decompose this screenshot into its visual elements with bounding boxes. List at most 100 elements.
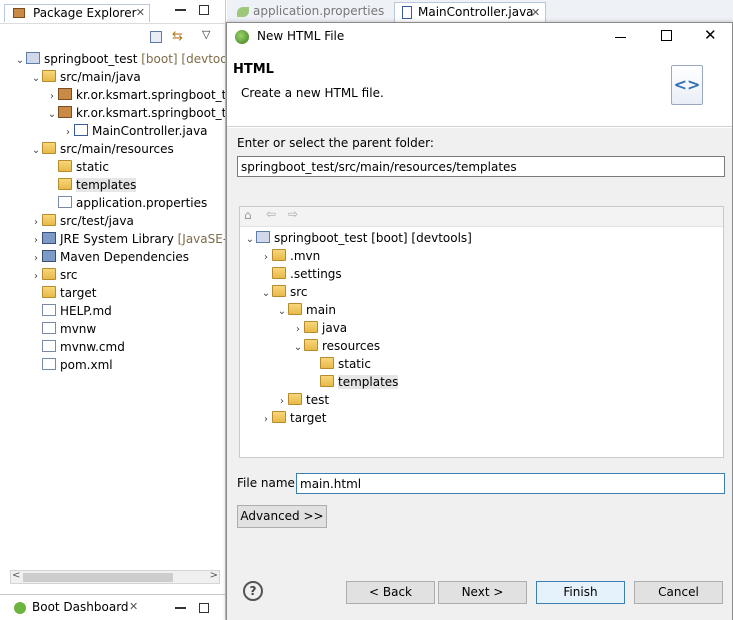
tab-label: MainController.java <box>418 5 534 19</box>
close-icon[interactable]: ✕ <box>704 26 717 44</box>
tree-item[interactable]: ⌄ src <box>260 283 308 301</box>
tree-item-label: .mvn <box>290 249 321 263</box>
package-explorer-view: Package Explorer ✕ ⇆ ▽ ⌄ springboot_test … <box>0 0 226 620</box>
tree-item[interactable]: › src/test/java <box>30 212 134 230</box>
maximize-icon[interactable] <box>199 603 209 613</box>
tab-package-explorer[interactable]: Package Explorer ✕ <box>4 4 150 22</box>
home-icon[interactable]: ⌂ <box>244 208 252 222</box>
tree-item-label: springboot_test <box>44 52 138 66</box>
forward-arrow-icon[interactable]: ⇨ <box>288 207 298 221</box>
tree-item[interactable]: ⌄ springboot_test [boot] [devtools] <box>244 229 472 247</box>
expanded-chevron-icon[interactable]: ⌄ <box>14 52 26 70</box>
file-icon <box>42 358 56 370</box>
folder-icon <box>288 303 302 315</box>
collapsed-chevron-icon[interactable]: › <box>260 411 272 429</box>
tree-item-label: target <box>290 411 327 425</box>
tree-item[interactable]: HELP.md <box>30 302 112 320</box>
expanded-chevron-icon[interactable]: ⌄ <box>260 285 272 303</box>
package-explorer-icon <box>13 8 25 18</box>
tree-item[interactable]: target <box>30 284 97 302</box>
collapse-all-icon[interactable] <box>150 31 162 43</box>
tree-item-label: src/test/java <box>60 214 134 228</box>
expanded-chevron-icon[interactable]: ⌄ <box>30 142 42 160</box>
tree-item-label: pom.xml <box>60 358 113 372</box>
folder-icon <box>58 160 72 172</box>
tree-item[interactable]: › MainController.java <box>62 122 208 140</box>
tree-item[interactable]: › target <box>260 409 327 427</box>
jar-icon <box>42 232 56 244</box>
folder-icon <box>288 393 302 405</box>
tree-item[interactable]: ⌄ resources <box>292 337 380 355</box>
link-with-editor-icon[interactable]: ⇆ <box>172 29 183 44</box>
tree-item[interactable]: static <box>308 355 371 373</box>
expanded-chevron-icon[interactable]: ⌄ <box>292 339 304 357</box>
maximize-icon[interactable] <box>661 30 672 41</box>
back-arrow-icon[interactable]: ⇦ <box>266 207 276 221</box>
folder-tree[interactable]: ⌂ ⇦ ⇨ ⌄ springboot_test [boot] [devtools]… <box>239 206 724 458</box>
advanced-button[interactable]: Advanced >> <box>237 505 327 528</box>
spring-boot-icon <box>14 602 26 614</box>
tree-item[interactable]: ⌄ springboot_test [boot] [devtools] <box>14 50 225 70</box>
cancel-button[interactable]: Cancel <box>634 581 723 604</box>
scrollbar-thumb[interactable] <box>23 573 173 582</box>
tree-item[interactable]: ⌄ kr.or.ksmart.springboot_te <box>46 104 225 124</box>
tree-item[interactable]: pom.xml <box>30 356 113 374</box>
tree-item-label: java <box>322 321 348 335</box>
tree-item-label: .settings <box>290 267 342 281</box>
folder-icon <box>42 70 56 82</box>
tree-item[interactable]: › test <box>276 391 329 409</box>
maximize-icon[interactable] <box>199 5 209 15</box>
tree-item[interactable]: .settings <box>260 265 342 283</box>
tree-item[interactable]: ⌄ src/main/java <box>30 68 141 86</box>
tab-boot-dashboard[interactable]: Boot Dashboard <box>32 600 129 614</box>
tree-item[interactable]: templates <box>308 373 399 391</box>
tree-item[interactable]: application.properties <box>46 194 207 212</box>
tree-item[interactable]: mvnw <box>30 320 96 338</box>
pkg-icon <box>58 88 72 100</box>
tree-item[interactable]: › Maven Dependencies <box>30 248 189 266</box>
scroll-left-icon[interactable]: < <box>12 570 20 581</box>
folder-icon <box>304 321 318 333</box>
back-button[interactable]: < Back <box>346 581 435 604</box>
horizontal-scrollbar[interactable]: < > <box>10 570 220 584</box>
tree-item[interactable]: › kr.or.ksmart.springboot_te <box>46 86 225 104</box>
close-icon[interactable]: ✕ <box>129 600 138 613</box>
file-icon <box>42 340 56 352</box>
close-icon[interactable]: ✕ <box>531 6 540 19</box>
scroll-right-icon[interactable]: > <box>210 570 218 581</box>
parent-folder-input[interactable] <box>237 156 725 177</box>
finish-button[interactable]: Finish <box>536 581 625 604</box>
tab-application-properties[interactable]: application.properties <box>253 4 384 18</box>
minimize-icon[interactable] <box>175 607 186 609</box>
folder-icon <box>42 214 56 226</box>
tree-item-label: src/main/java <box>60 70 141 84</box>
help-icon[interactable]: ? <box>243 581 263 601</box>
folder-icon <box>272 267 286 279</box>
folder-icon <box>42 142 56 154</box>
minimize-icon[interactable] <box>615 37 626 38</box>
expanded-chevron-icon[interactable]: ⌄ <box>276 303 288 321</box>
tree-item[interactable]: › src <box>30 266 78 284</box>
file-name-input[interactable] <box>296 473 725 494</box>
view-menu-icon[interactable]: ▽ <box>202 28 210 41</box>
expanded-chevron-icon[interactable]: ⌄ <box>244 231 256 249</box>
tree-item-label: MainController.java <box>92 124 208 138</box>
tree-item-label: src <box>290 285 308 299</box>
expanded-chevron-icon[interactable]: ⌄ <box>46 106 58 124</box>
tab-maincontroller-java[interactable]: MainController.java ✕ <box>394 2 546 24</box>
tree-item[interactable]: ⌄ src/main/resources <box>30 140 174 158</box>
minimize-icon[interactable] <box>175 9 186 11</box>
expanded-chevron-icon[interactable]: ⌄ <box>30 70 42 88</box>
tree-item[interactable]: ›JRE System Library [JavaSE-1 <box>30 230 225 248</box>
file-name-label: File name: <box>237 476 299 490</box>
tree-item[interactable]: mvnw.cmd <box>30 338 125 356</box>
package-explorer-tree: ⌄springboot_test [boot] [devtools]⌄src/m… <box>0 48 225 568</box>
tree-item[interactable]: › java <box>292 319 347 337</box>
tree-item[interactable]: › .mvn <box>260 247 320 265</box>
tree-item[interactable]: static <box>46 158 109 176</box>
tree-item[interactable]: ⌄ main <box>276 301 336 319</box>
close-icon[interactable]: ✕ <box>136 5 145 21</box>
next-button[interactable]: Next > <box>438 581 527 604</box>
tree-item-label: springboot_test [boot] [devtools] <box>274 231 472 245</box>
tree-item[interactable]: templates <box>46 176 137 194</box>
